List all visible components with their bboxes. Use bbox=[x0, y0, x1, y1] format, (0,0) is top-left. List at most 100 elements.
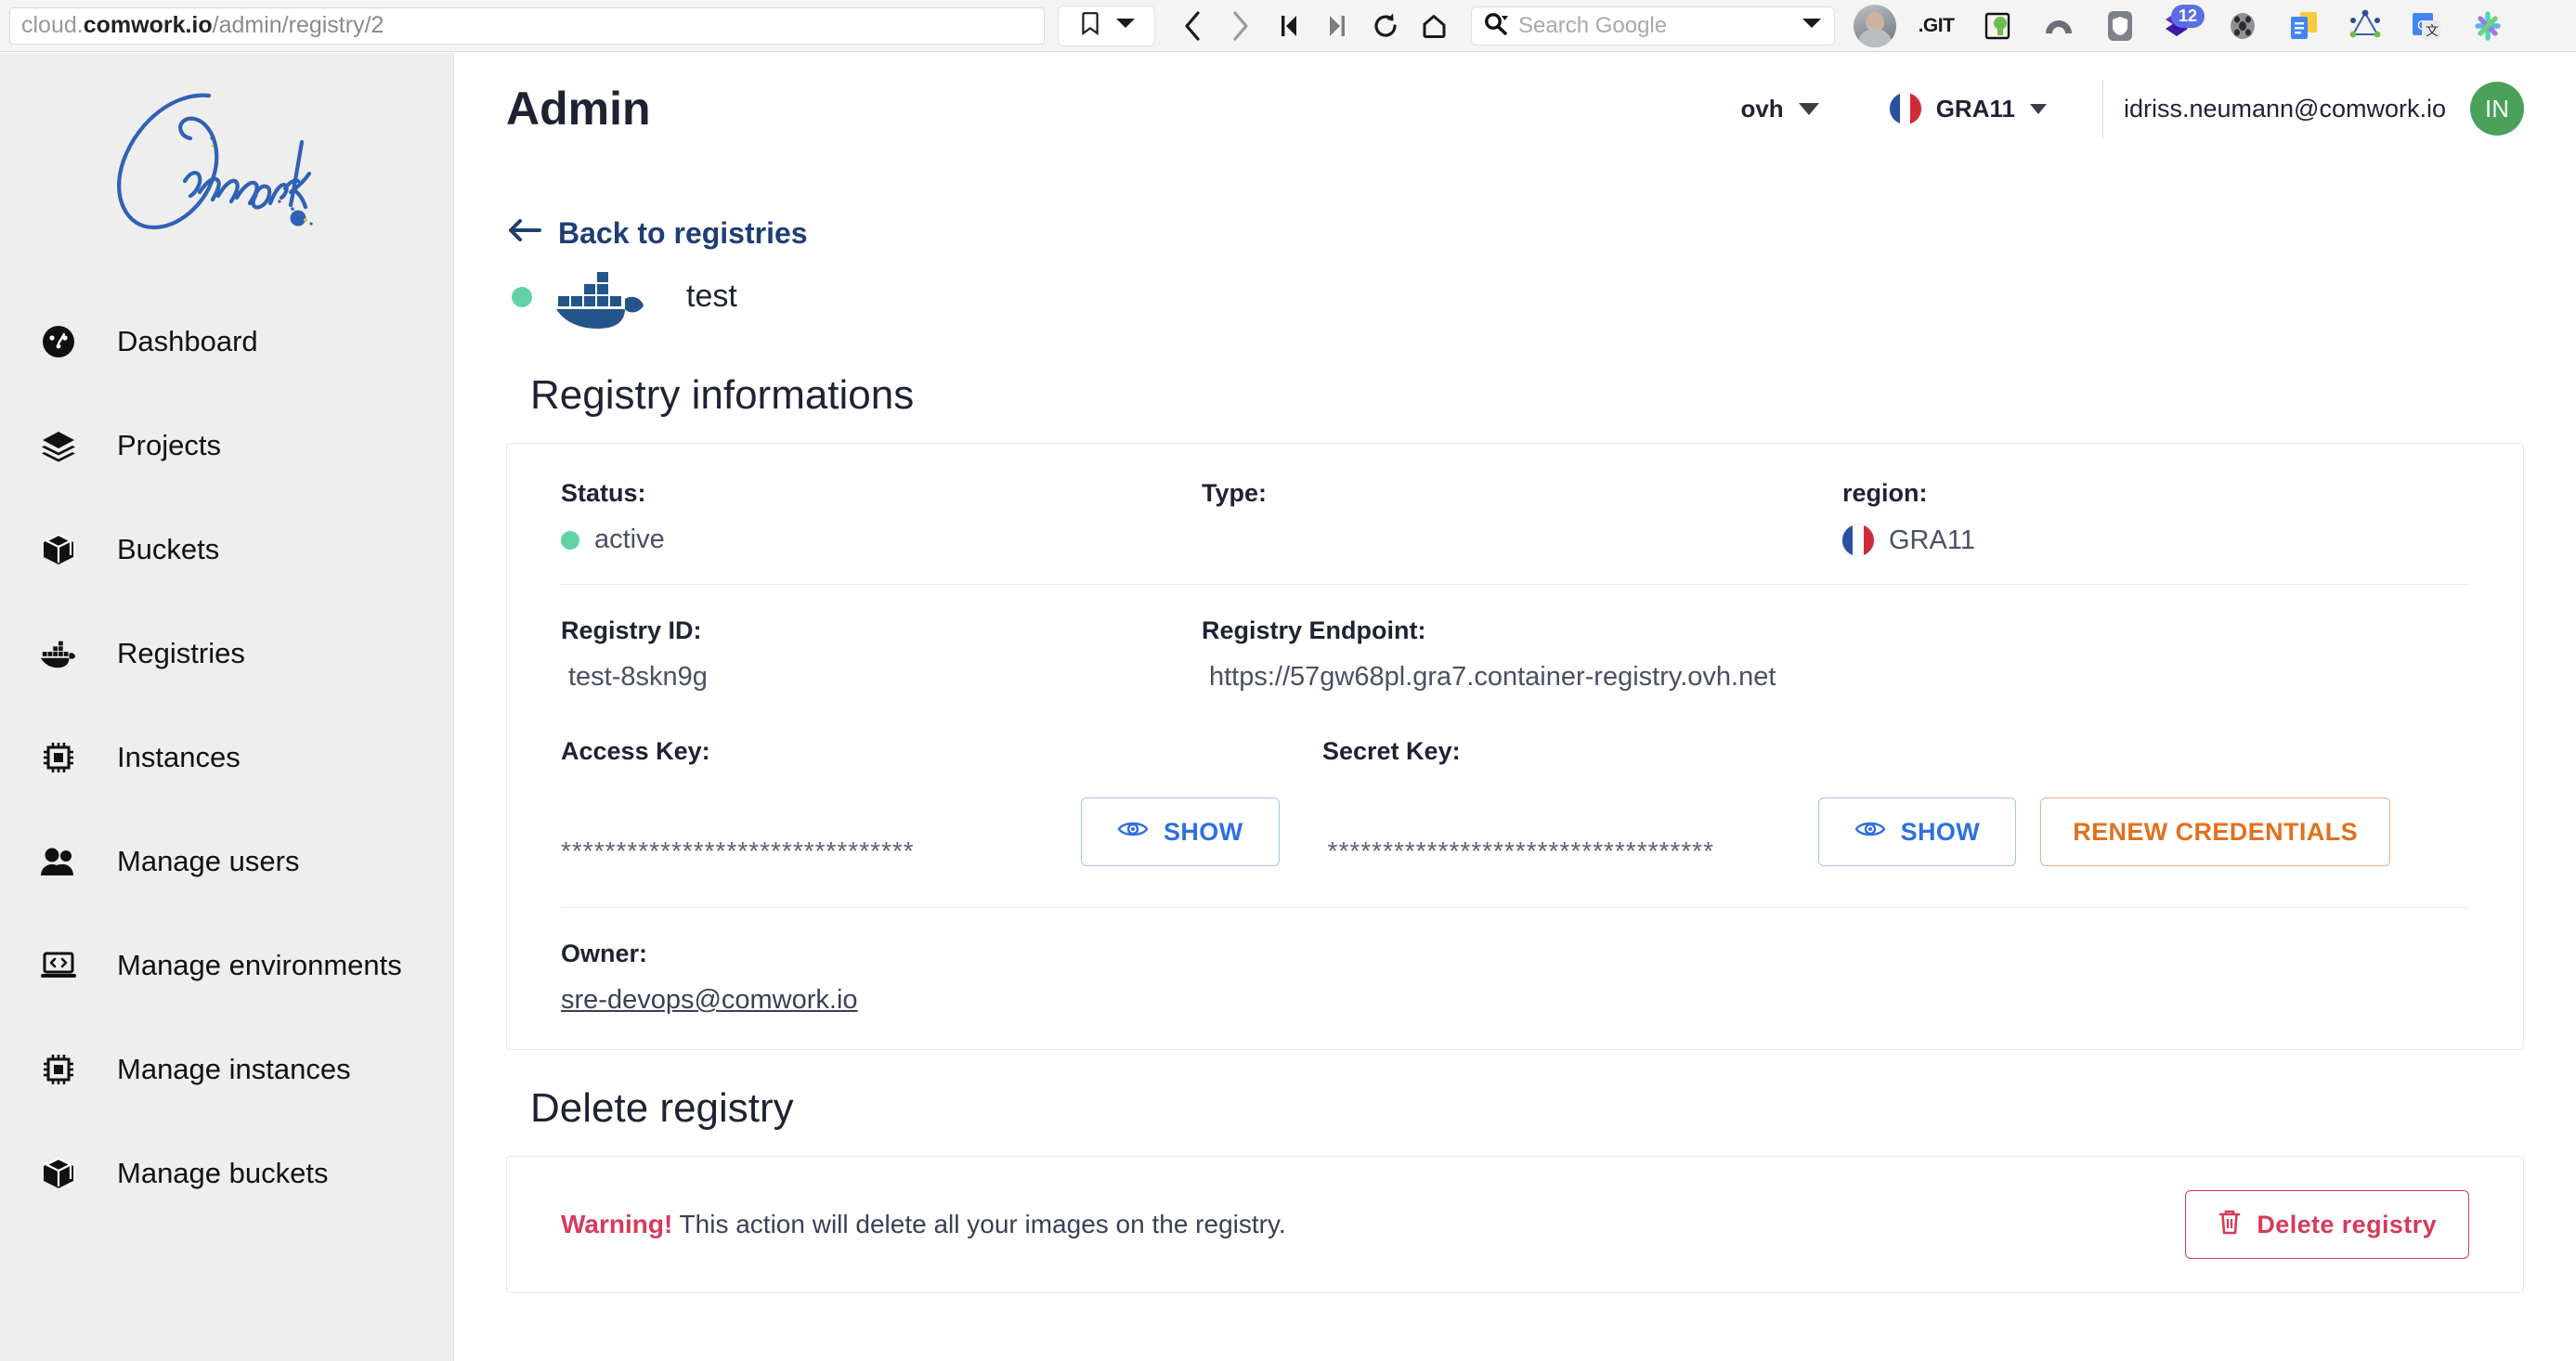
sidebar-item-label: Instances bbox=[117, 741, 241, 773]
sidebar-item-label: Manage users bbox=[117, 845, 300, 877]
sidebar-item-dashboard[interactable]: Dashboard bbox=[0, 290, 453, 394]
sidebar-item-label: Registries bbox=[117, 637, 245, 669]
type-label: Type: bbox=[1202, 479, 1268, 507]
show-label: SHOW bbox=[1900, 817, 1981, 846]
sidebar-item-label: Buckets bbox=[117, 533, 220, 565]
graphql-extension-icon[interactable] bbox=[2335, 3, 2396, 49]
warning-rest-label: This action will delete all your images … bbox=[672, 1210, 1286, 1238]
address-bar[interactable]: cloud. comwork.io/admin/registry/2 bbox=[9, 6, 1045, 45]
provider-selector[interactable]: ovh bbox=[1705, 95, 1854, 123]
info-row-2: Registry ID: test-8skn9g Registry Endpoi… bbox=[561, 616, 2469, 693]
docker-icon bbox=[39, 634, 78, 673]
film-reel-extension-icon[interactable] bbox=[2212, 3, 2273, 49]
profile-avatar[interactable] bbox=[1844, 3, 1906, 49]
secret-key-label: Secret Key: bbox=[1322, 737, 1461, 765]
trash-icon bbox=[2218, 1208, 2242, 1242]
bookmark-icon[interactable] bbox=[1078, 9, 1102, 42]
credentials-row: ******************************** SHOW **… bbox=[561, 797, 2469, 866]
status-dot bbox=[561, 530, 579, 550]
registry-name: test bbox=[686, 279, 737, 314]
access-key-label: Access Key: bbox=[561, 737, 710, 765]
docker-icon bbox=[549, 260, 649, 333]
bookmark-group[interactable] bbox=[1058, 5, 1155, 46]
delete-warning-row: Warning! This action will delete all you… bbox=[507, 1157, 2523, 1292]
eye-icon bbox=[1854, 818, 1886, 847]
sidebar-item-buckets[interactable]: Buckets bbox=[0, 498, 453, 602]
slack-extension-icon[interactable] bbox=[2457, 3, 2518, 49]
page-header: Admin ovh GRA11 idriss.neumann@comwork.i… bbox=[454, 53, 2576, 164]
google-docs-extension-icon[interactable] bbox=[2273, 3, 2335, 49]
back-to-registries-link[interactable]: Back to registries bbox=[506, 216, 2524, 251]
chevron-down-icon[interactable] bbox=[1798, 102, 1819, 115]
region-label: region: bbox=[1842, 479, 1928, 507]
sidebar-item-registries[interactable]: Registries bbox=[0, 602, 453, 706]
last-page-button[interactable] bbox=[1313, 6, 1361, 46]
registry-id-label: Registry ID: bbox=[561, 616, 702, 644]
back-button[interactable] bbox=[1168, 6, 1216, 46]
status-value-wrap: active bbox=[561, 525, 1202, 555]
bitwarden-extension-icon[interactable] bbox=[1967, 3, 2028, 49]
region-label: GRA11 bbox=[1935, 94, 2015, 123]
avatar[interactable]: IN bbox=[2470, 82, 2524, 136]
cpu-icon bbox=[39, 1050, 78, 1089]
chevron-down-icon[interactable] bbox=[2029, 103, 2047, 114]
owner-email-link[interactable]: sre-devops@comwork.io bbox=[561, 985, 858, 1016]
registry-informations-title: Registry informations bbox=[530, 372, 915, 418]
layers-extension-icon[interactable]: 12 bbox=[2151, 3, 2212, 49]
sidebar-item-label: Dashboard bbox=[117, 325, 258, 357]
registry-id-field: Registry ID: test-8skn9g bbox=[561, 616, 1202, 693]
sidebar: Dashboard Projects Buckets Registries In… bbox=[0, 53, 454, 1361]
first-page-button[interactable] bbox=[1265, 6, 1313, 46]
dashboard-icon bbox=[39, 322, 78, 361]
region-selector[interactable]: GRA11 bbox=[1854, 93, 2082, 124]
sidebar-nav: Dashboard Projects Buckets Registries In… bbox=[0, 280, 453, 1225]
header-divider bbox=[2101, 80, 2103, 137]
users-icon bbox=[39, 842, 78, 881]
sidebar-item-label: Manage environments bbox=[117, 949, 402, 981]
delete-warning-text: Warning! This action will delete all you… bbox=[561, 1210, 1286, 1239]
page-title: Admin bbox=[506, 83, 651, 135]
renew-credentials-button[interactable]: RENEW CREDENTIALS bbox=[2040, 797, 2390, 866]
sidebar-item-manage-environments[interactable]: Manage environments bbox=[0, 914, 453, 1018]
header-controls: ovh GRA11 idriss.neumann@comwork.io IN bbox=[1705, 80, 2524, 137]
reload-button[interactable] bbox=[1361, 6, 1410, 46]
france-flag-icon bbox=[1842, 525, 1874, 556]
home-button[interactable] bbox=[1410, 6, 1458, 46]
status-field: Status: active bbox=[561, 479, 1202, 556]
eye-icon bbox=[1117, 818, 1149, 847]
search-engine-dropdown-icon[interactable] bbox=[1801, 16, 1823, 35]
type-field: Type: bbox=[1202, 479, 1842, 556]
cube-icon bbox=[39, 530, 78, 569]
git-extension-icon[interactable]: .GIT bbox=[1906, 3, 1967, 49]
show-secret-key-button[interactable]: SHOW bbox=[1817, 797, 2017, 866]
sidebar-item-manage-buckets[interactable]: Manage buckets bbox=[0, 1121, 453, 1225]
back-link-label: Back to registries bbox=[558, 216, 808, 250]
sidebar-item-manage-instances[interactable]: Manage instances bbox=[0, 1018, 453, 1121]
sidebar-item-instances[interactable]: Instances bbox=[0, 706, 453, 810]
provider-label: ovh bbox=[1740, 94, 1784, 123]
show-access-key-button[interactable]: SHOW bbox=[1081, 797, 1280, 866]
registry-informations-card: Status: active Type: region: GRA11 Regis… bbox=[506, 443, 2524, 1050]
region-value-wrap: GRA11 bbox=[1842, 525, 2469, 556]
url-prefix: cloud. bbox=[21, 12, 84, 38]
delete-registry-button[interactable]: Delete registry bbox=[2185, 1190, 2469, 1259]
bookmark-dropdown-icon[interactable] bbox=[1115, 17, 1136, 34]
layers-icon bbox=[39, 426, 78, 465]
shield-extension-icon[interactable] bbox=[2089, 3, 2151, 49]
status-dot bbox=[512, 286, 532, 307]
forward-button[interactable] bbox=[1216, 6, 1265, 46]
sidebar-item-manage-users[interactable]: Manage users bbox=[0, 810, 453, 914]
show-label: SHOW bbox=[1164, 817, 1243, 846]
search-input[interactable]: Search Google bbox=[1471, 6, 1835, 45]
access-key-masked-value: ******************************** bbox=[561, 836, 915, 865]
google-translate-extension-icon[interactable]: G文 bbox=[2396, 3, 2457, 49]
status-value: active bbox=[594, 525, 665, 554]
extension-toolbar: .GIT 12 G文 bbox=[1844, 3, 2518, 49]
registry-endpoint-value: https://57gw68pl.gra7.container-registry… bbox=[1209, 662, 1776, 692]
owner-label: Owner: bbox=[561, 940, 648, 967]
secret-key-label-wrap: Secret Key: bbox=[1202, 737, 2469, 766]
comwork-logo[interactable] bbox=[0, 53, 453, 280]
nordvpn-extension-icon[interactable] bbox=[2028, 3, 2089, 49]
france-flag-icon bbox=[1889, 93, 1921, 124]
sidebar-item-projects[interactable]: Projects bbox=[0, 394, 453, 498]
